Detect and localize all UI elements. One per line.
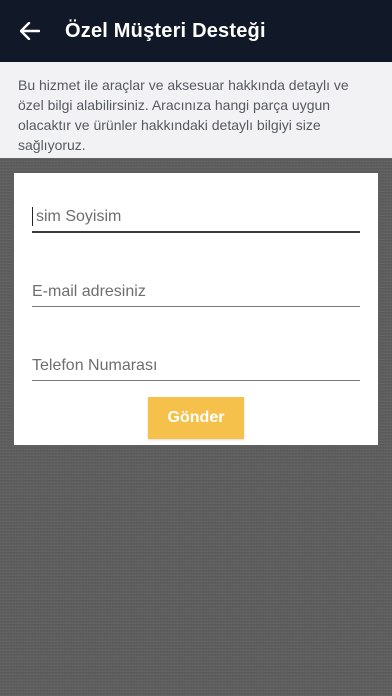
email-field-container [32, 267, 360, 307]
name-input[interactable] [32, 193, 360, 231]
arrow-left-icon [20, 22, 40, 40]
text-caret [32, 207, 33, 226]
phone-field-container [32, 341, 360, 381]
info-panel: Bu hizmet ile araçlar ve aksesuar hakkın… [0, 62, 392, 158]
page-title: Özel Müşteri Desteği [65, 19, 266, 42]
phone-input[interactable] [32, 341, 360, 380]
info-text: Bu hizmet ile araçlar ve aksesuar hakkın… [18, 77, 349, 153]
contact-form: Gönder [14, 173, 378, 445]
email-input[interactable] [32, 267, 360, 306]
app-bar: Özel Müşteri Desteği [0, 0, 392, 62]
name-field-container [32, 193, 360, 233]
back-button[interactable] [18, 19, 42, 43]
submit-button[interactable]: Gönder [148, 397, 244, 439]
